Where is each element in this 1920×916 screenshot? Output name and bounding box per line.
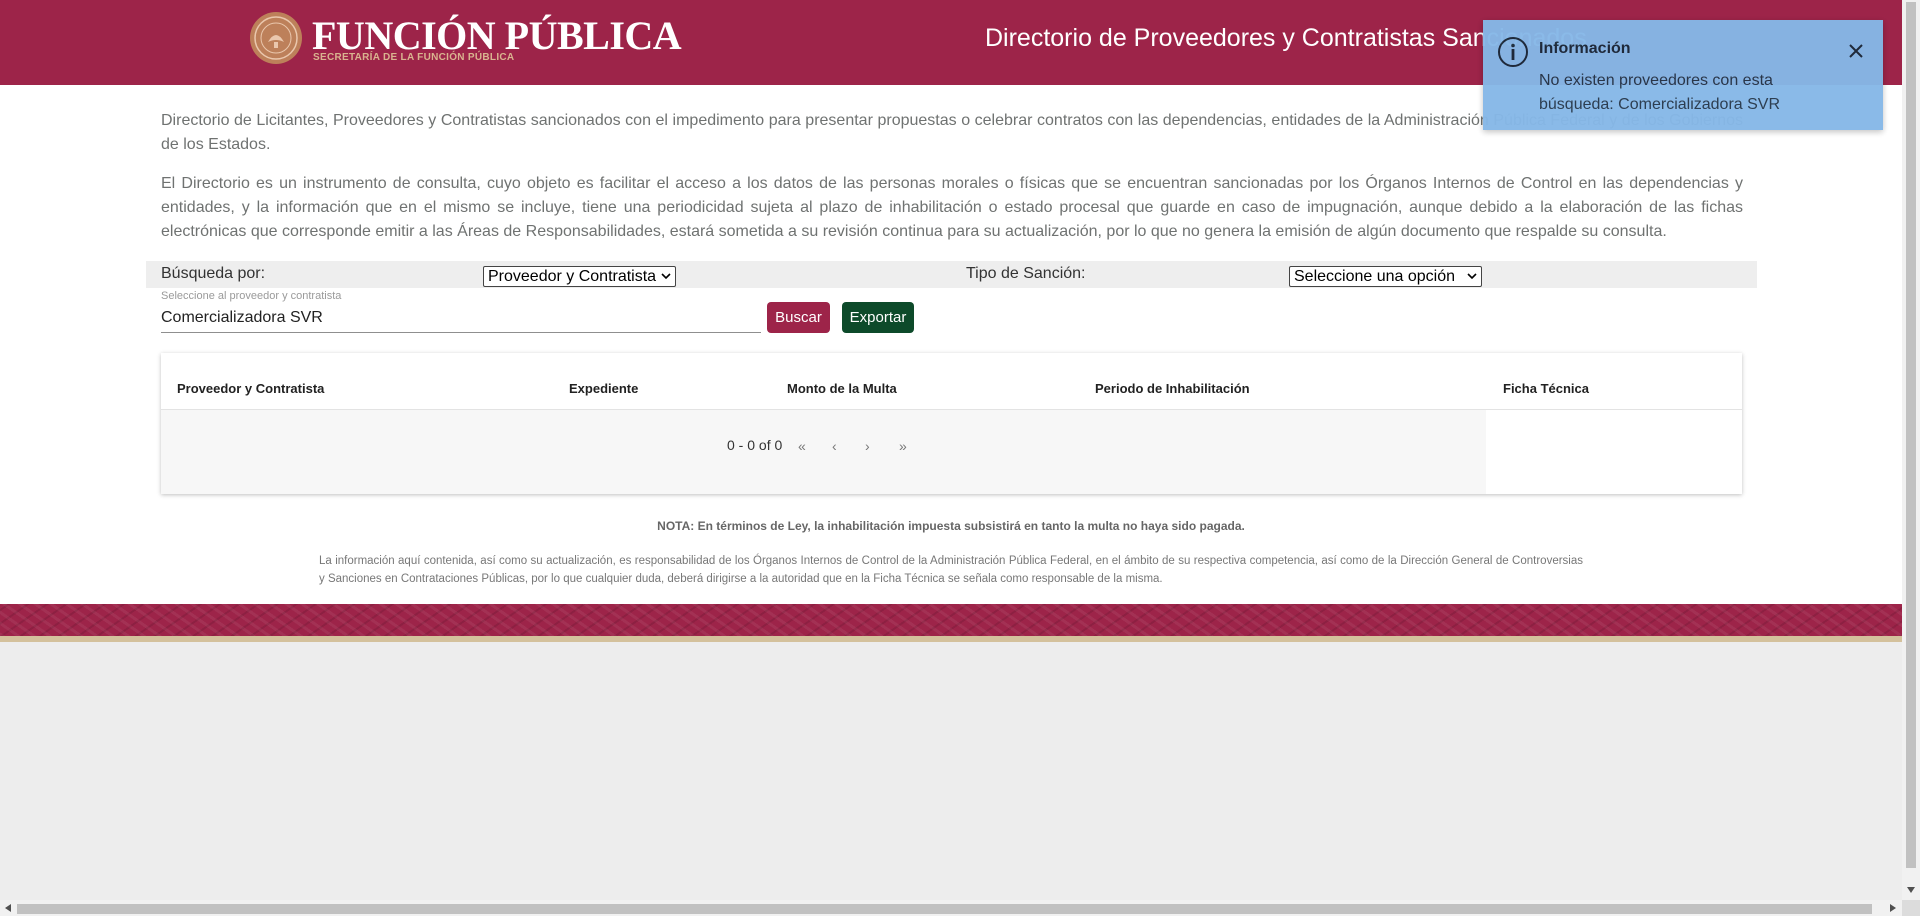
toast-message: No existen proveedores con esta búsqueda… xyxy=(1539,72,1781,113)
tipo-sancion-select[interactable]: Seleccione una opción xyxy=(1289,266,1482,287)
toast-title: Información xyxy=(1539,40,1631,57)
chevron-down-icon xyxy=(1467,273,1477,280)
busqueda-select-value: Proveedor y Contratista xyxy=(488,268,657,285)
decorative-band-footer xyxy=(0,636,1902,642)
column-header-proveedor[interactable]: Proveedor y Contratista xyxy=(177,381,324,396)
column-header-ficha[interactable]: Ficha Técnica xyxy=(1503,381,1589,396)
close-icon[interactable] xyxy=(1847,42,1865,60)
busqueda-select[interactable]: Proveedor y Contratista xyxy=(483,266,676,287)
prev-page-button[interactable]: ‹ xyxy=(832,438,837,454)
disclaimer: La información aquí contenida, así como … xyxy=(319,555,1583,585)
nota-text: En términos de Ley, la inhabilitación im… xyxy=(694,519,1245,533)
table-body: 0 - 0 of 0 « ‹ › » xyxy=(161,410,1486,494)
busqueda-label: Búsqueda por: xyxy=(161,265,266,282)
tipo-sancion-select-value: Seleccione una opción xyxy=(1294,268,1456,285)
column-header-monto[interactable]: Monto de la Multa xyxy=(787,381,897,396)
exportar-button[interactable]: Exportar xyxy=(842,302,914,333)
proveedor-search-input[interactable]: Comercializadora SVR xyxy=(161,304,761,333)
pagination-range: 0 - 0 of 0 xyxy=(727,437,783,453)
seal-icon xyxy=(250,12,302,64)
column-header-expediente[interactable]: Expediente xyxy=(569,381,638,396)
logo-subtitle: SECRETARÍA DE LA FUNCIÓN PÚBLICA xyxy=(313,52,515,63)
horizontal-scrollbar[interactable] xyxy=(0,900,1902,916)
info-toast: Información No existen proveedores con e… xyxy=(1483,20,1883,130)
nota: NOTA: En términos de Ley, la inhabilitac… xyxy=(0,519,1902,533)
info-icon xyxy=(1498,37,1528,67)
scrollbar-corner xyxy=(1902,900,1920,916)
intro-paragraph-2: El Directorio es un instrumento de consu… xyxy=(161,175,1743,240)
tipo-sancion-label: Tipo de Sanción: xyxy=(966,265,1086,282)
nota-prefix: NOTA: xyxy=(657,519,695,533)
buscar-button[interactable]: Buscar xyxy=(767,302,830,333)
next-page-button[interactable]: › xyxy=(865,438,870,454)
page: FUNCIÓN PÚBLICA SECRETARÍA DE LA FUNCIÓN… xyxy=(0,0,1902,900)
filter-bar: Búsqueda por: Proveedor y Contratista Ti… xyxy=(146,261,1757,288)
results-table: Proveedor y Contratista Expediente Monto… xyxy=(161,353,1742,494)
column-header-periodo[interactable]: Periodo de Inhabilitación xyxy=(1095,381,1250,396)
chevron-down-icon xyxy=(661,273,671,280)
last-page-button[interactable]: » xyxy=(899,438,907,454)
vertical-scrollbar-thumb[interactable] xyxy=(1906,2,1916,868)
main-content: Directorio de Licitantes, Proveedores y … xyxy=(0,85,1902,604)
funcion-publica-logo[interactable]: FUNCIÓN PÚBLICA SECRETARÍA DE LA FUNCIÓN… xyxy=(250,12,682,68)
vertical-scrollbar[interactable] xyxy=(1902,0,1920,900)
scroll-left-arrow-icon[interactable] xyxy=(5,904,11,912)
first-page-button[interactable]: « xyxy=(798,438,806,454)
decorative-pattern-band xyxy=(0,604,1902,636)
scroll-down-arrow-icon[interactable] xyxy=(1907,887,1915,893)
search-input-label: Seleccione al proveedor y contratista xyxy=(161,290,342,302)
horizontal-scrollbar-thumb[interactable] xyxy=(17,904,1872,914)
scroll-right-arrow-icon[interactable] xyxy=(1890,904,1896,912)
